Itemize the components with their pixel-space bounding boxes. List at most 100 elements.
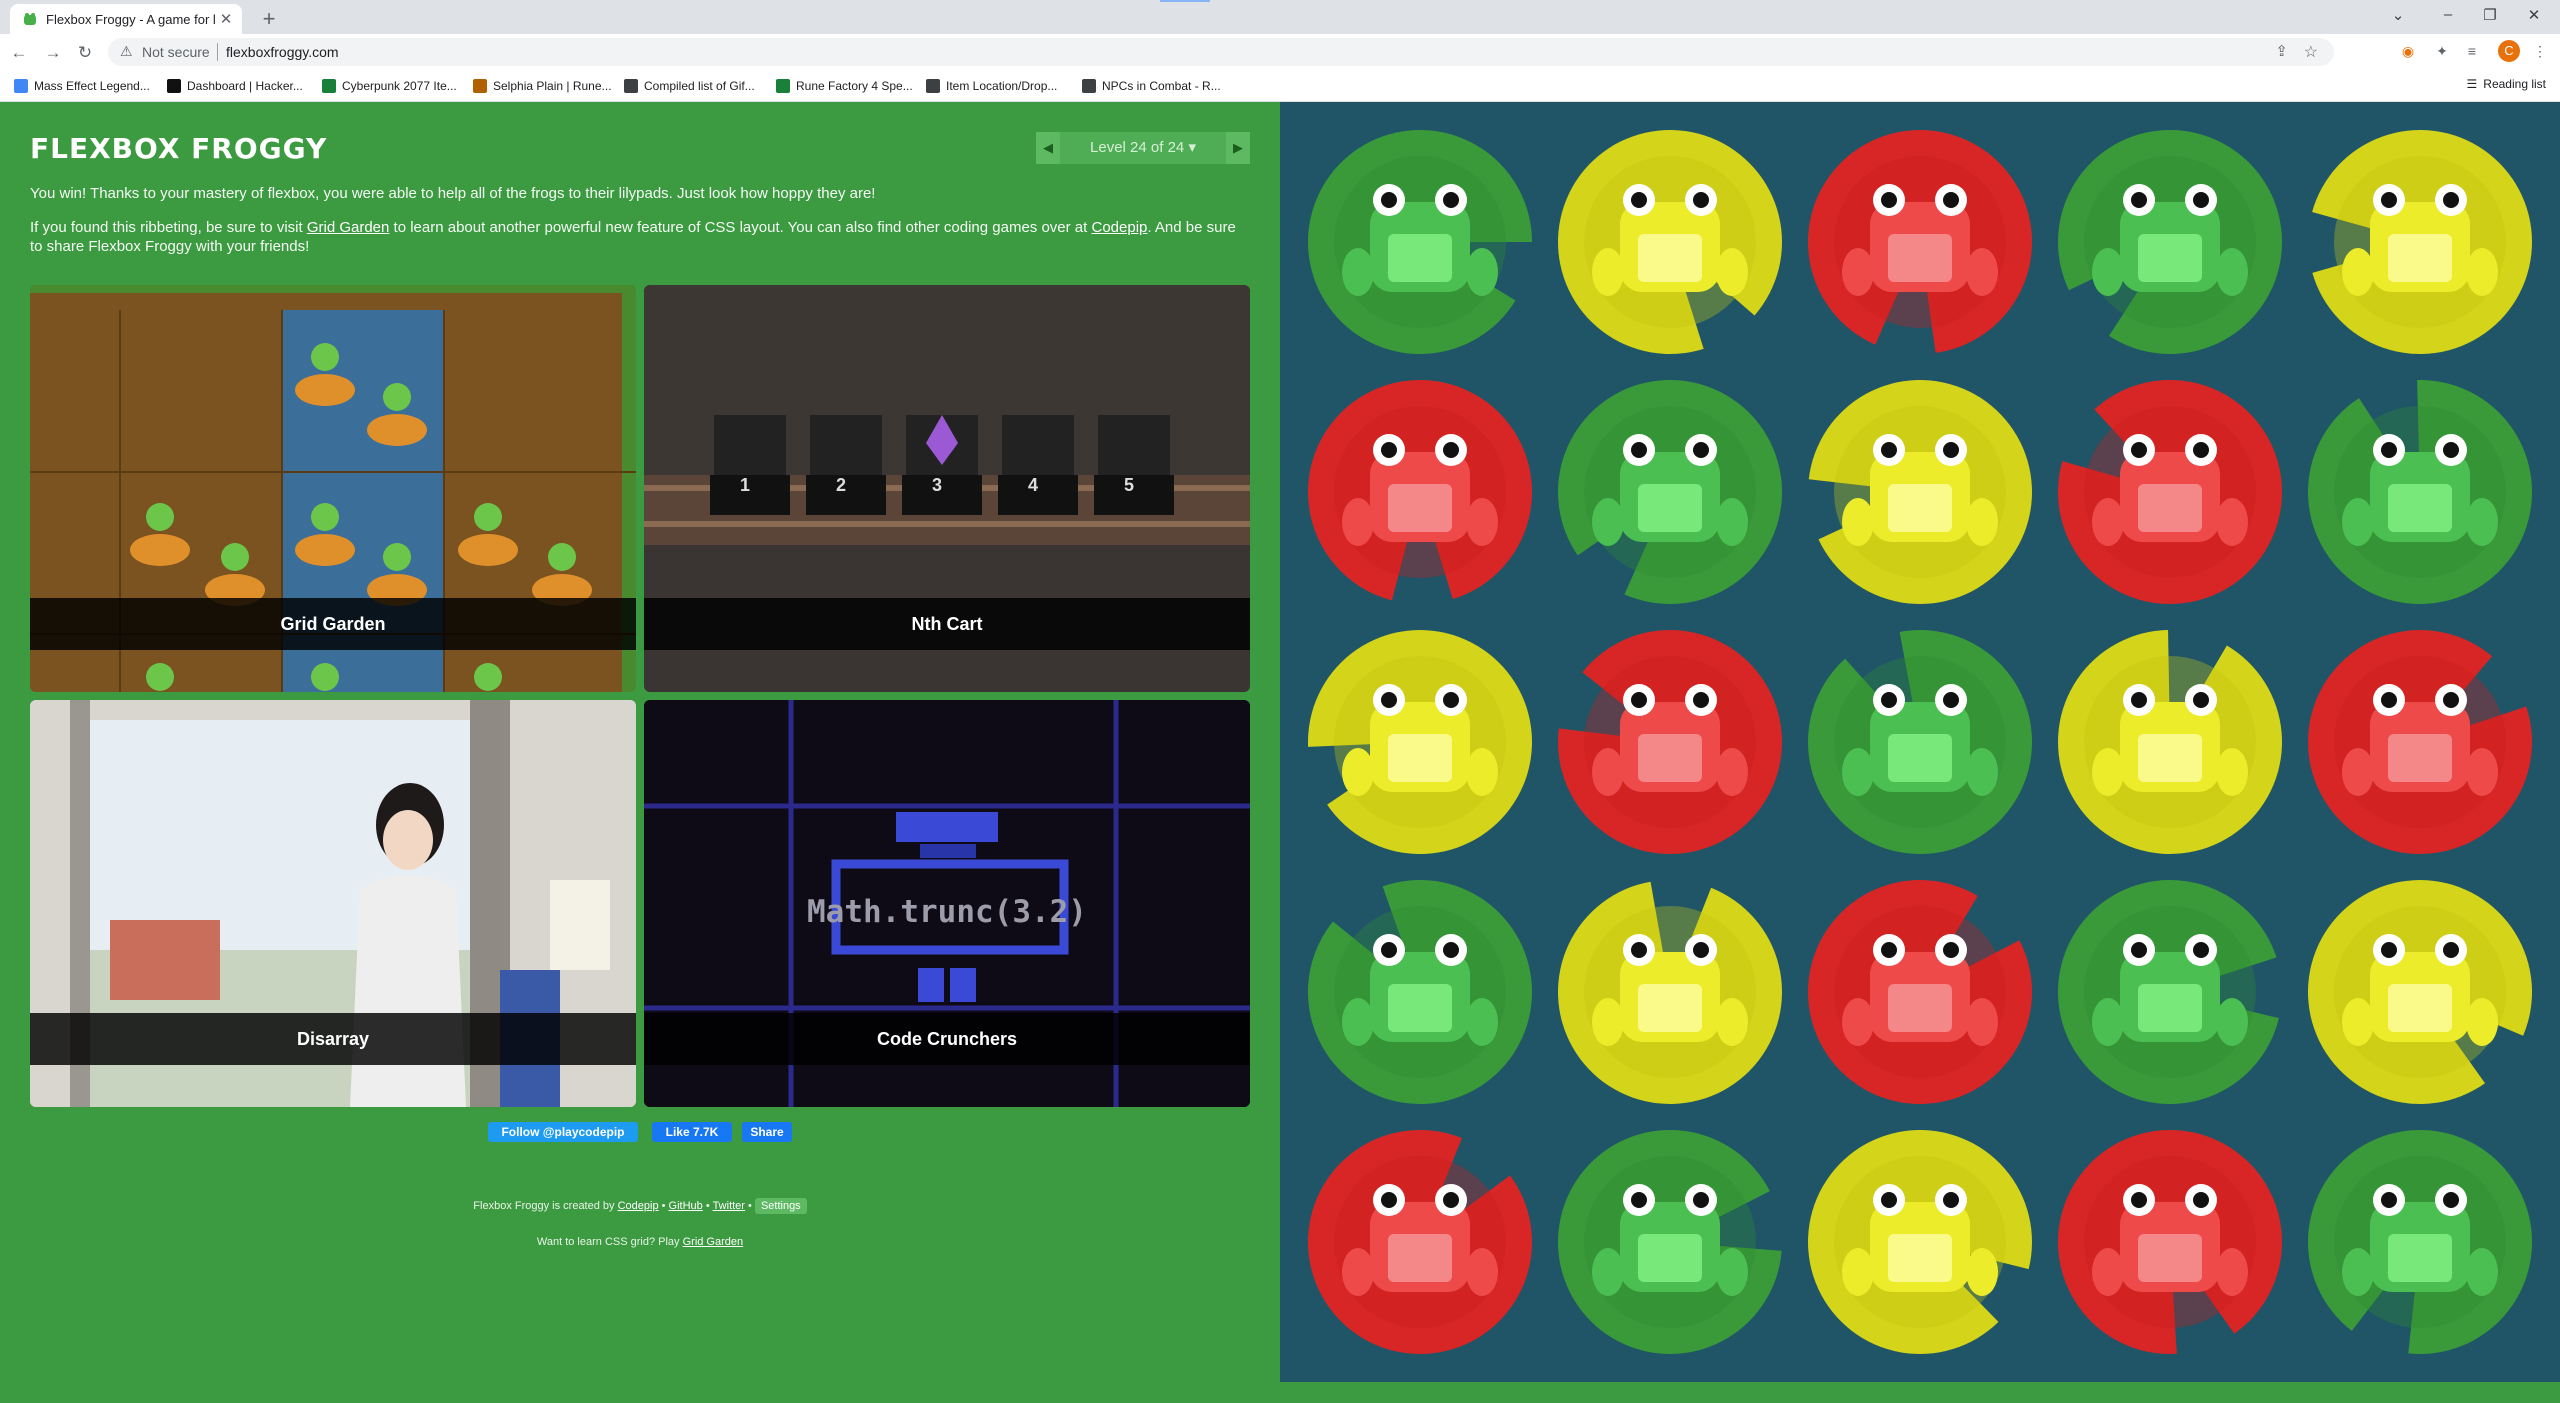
address-separator [217, 43, 218, 61]
bookmark-item[interactable]: NPCs in Combat - R... [1082, 77, 1221, 95]
frog-pupil [2381, 692, 2397, 708]
lilypad-frog-yellow [1808, 380, 2032, 604]
frog-leg [2342, 998, 2374, 1046]
frog-pupil [2443, 192, 2459, 208]
frog-pupil [1881, 1192, 1897, 1208]
bookmark-star-icon[interactable]: ☆ [2304, 42, 2318, 62]
footer-github-link[interactable]: GitHub [669, 1200, 703, 1212]
tab-search-icon[interactable]: ⌄ [2384, 6, 2412, 24]
bookmark-label: Dashboard | Hacker... [187, 79, 303, 93]
bookmark-item[interactable]: Mass Effect Legend... [14, 77, 150, 95]
frog-leg [2466, 498, 2498, 546]
lilypad-frog-green [2308, 380, 2532, 604]
disarray-card[interactable]: Disarray [30, 700, 636, 1107]
close-window-icon[interactable]: ✕ [2520, 6, 2548, 24]
bookmark-favicon-icon [167, 79, 181, 93]
frog-pupil [2381, 1192, 2397, 1208]
frog-leg [1966, 248, 1998, 296]
frog-pupil [2193, 192, 2209, 208]
bookmark-item[interactable]: Selphia Plain | Rune... [473, 77, 612, 95]
frog-belly [2138, 234, 2202, 282]
frog-leg [1466, 498, 1498, 546]
card-caption: Disarray [30, 1013, 636, 1065]
active-tab[interactable]: Flexbox Froggy - A game for lea ✕ [10, 4, 242, 34]
frog-leg [1592, 248, 1624, 296]
twitter-follow-button[interactable]: Follow @playcodepip [488, 1122, 638, 1142]
grid-garden-link[interactable]: Grid Garden [307, 219, 390, 236]
frog-leg [1592, 1248, 1624, 1296]
frog-leg [2216, 748, 2248, 796]
frog-belly [1638, 484, 1702, 532]
settings-button[interactable]: Settings [754, 1198, 807, 1214]
footer-grid-garden-link[interactable]: Grid Garden [683, 1236, 744, 1248]
nth-cart-card[interactable]: 1 2 3 4 5 Nth Cart [644, 285, 1250, 692]
frog-leg [1716, 248, 1748, 296]
code-crunchers-card[interactable]: Math.trunc(3.2) Code Crunchers [644, 700, 1250, 1107]
bookmark-item[interactable]: Compiled list of Gif... [624, 77, 755, 95]
footer-separator: • [744, 1200, 755, 1212]
learn-grid-text: Want to learn CSS grid? Play [536, 1236, 683, 1248]
frog-pupil [1881, 192, 1897, 208]
reading-list-button[interactable]: ☰ Reading list [2467, 77, 2546, 91]
horizontal-scrollbar[interactable] [0, 1395, 2560, 1403]
frog-pupil [2443, 942, 2459, 958]
reload-icon[interactable]: ↻ [74, 42, 96, 64]
bookmark-favicon-icon [14, 79, 28, 93]
bookmark-item[interactable]: Item Location/Drop... [926, 77, 1057, 95]
minimize-icon[interactable]: – [2434, 6, 2462, 23]
frog-pupil [1381, 1192, 1397, 1208]
url-text[interactable]: flexboxfroggy.com [226, 44, 339, 60]
footer-twitter-link[interactable]: Twitter [713, 1200, 745, 1212]
back-icon[interactable]: ← [8, 42, 30, 64]
frog-pupil [2193, 442, 2209, 458]
frog-belly [2388, 984, 2452, 1032]
frog-belly [1388, 984, 1452, 1032]
frog-belly [1388, 234, 1452, 282]
card-caption: Code Crunchers [644, 1013, 1250, 1065]
frog-belly [2388, 1234, 2452, 1282]
bookmark-item[interactable]: Dashboard | Hacker... [167, 77, 303, 95]
bookmark-item[interactable]: Rune Factory 4 Spe... [776, 77, 913, 95]
frog-leg [2466, 998, 2498, 1046]
frog-leg [1966, 1248, 1998, 1296]
cart-number: 5 [1124, 475, 1135, 495]
bookmark-favicon-icon [473, 79, 487, 93]
codepip-link[interactable]: Codepip [1092, 219, 1148, 236]
frog-leg [1466, 248, 1498, 296]
address-bar[interactable]: ⚠ Not secure flexboxfroggy.com ⇪ ☆ [108, 38, 2334, 66]
menu-kebab-icon[interactable]: ⋮ [2530, 41, 2550, 61]
frog-leg [2092, 1248, 2124, 1296]
grid-garden-card[interactable]: Grid Garden [30, 285, 636, 692]
level-dropdown[interactable]: Level 24 of 24 ▾ [1060, 132, 1226, 164]
bookmark-favicon-icon [322, 79, 336, 93]
share-icon[interactable]: ⇪ [2275, 42, 2288, 60]
frog-belly [1888, 734, 1952, 782]
facebook-like-label: Like 7.7K [665, 1125, 719, 1139]
frog-leg [1966, 498, 1998, 546]
frog-pupil [1693, 942, 1709, 958]
lilypad-frog-red [2058, 1130, 2282, 1354]
footer-codepip-link[interactable]: Codepip [618, 1200, 659, 1212]
restore-icon[interactable]: ❐ [2476, 6, 2504, 24]
profile-avatar[interactable]: C [2498, 40, 2520, 62]
bookmark-label: Cyberpunk 2077 Ite... [342, 79, 457, 93]
lilypad-frog-red [1808, 880, 2032, 1104]
frog-leg [1716, 998, 1748, 1046]
frog-pupil [1943, 692, 1959, 708]
bookmark-item[interactable]: Cyberpunk 2077 Ite... [322, 77, 457, 95]
frog-leg [1966, 748, 1998, 796]
facebook-share-button[interactable]: Share [742, 1122, 792, 1142]
new-tab-button[interactable]: + [256, 6, 282, 32]
puzzle-extensions-icon[interactable]: ✦ [2432, 41, 2452, 61]
prev-level-button[interactable]: ◀ [1036, 132, 1060, 164]
frog-pupil [1693, 442, 1709, 458]
extension-icon[interactable]: ◉ [2398, 41, 2418, 61]
media-queue-icon[interactable]: ≡ [2462, 41, 2482, 61]
bookmark-favicon-icon [1082, 79, 1096, 93]
next-level-button[interactable]: ▶ [1226, 132, 1250, 164]
facebook-like-button[interactable]: Like 7.7K [652, 1122, 732, 1142]
reading-list-icon: ☰ [2466, 77, 2478, 91]
game-panel: FLEXBOX FROGGY ◀ Level 24 of 24 ▾ ▶ You … [0, 102, 1280, 1403]
close-tab-icon[interactable]: ✕ [216, 10, 236, 28]
forward-icon[interactable]: → [42, 42, 64, 64]
